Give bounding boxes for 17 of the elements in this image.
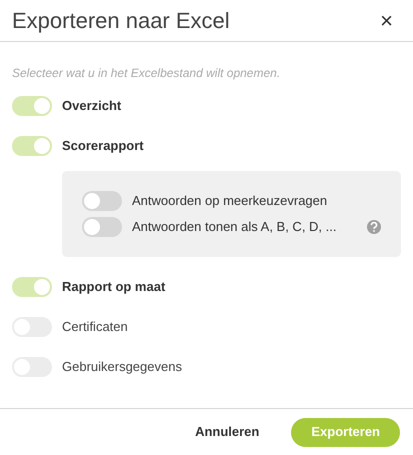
help-icon[interactable] xyxy=(367,220,381,234)
close-button[interactable]: × xyxy=(380,10,393,32)
option-label: Overzicht xyxy=(62,97,122,116)
toggle-switch[interactable] xyxy=(82,191,122,211)
suboption-label: Antwoorden tonen als A, B, C, D, ... xyxy=(132,218,338,236)
option-label: Certificaten xyxy=(62,318,128,336)
toggle-switch[interactable] xyxy=(12,96,52,116)
instruction-text: Selecteer wat u in het Excelbestand wilt opnemen. xyxy=(12,65,282,82)
option-label: Scorerapport xyxy=(62,137,144,156)
toggle-switch[interactable] xyxy=(12,136,52,156)
cancel-button[interactable]: Annuleren xyxy=(187,418,268,446)
toggle-switch[interactable] xyxy=(12,277,52,297)
suboption-label: Antwoorden op meerkeuzevragen xyxy=(132,192,328,210)
dialog-title: Exporteren naar Excel xyxy=(12,7,230,35)
toggle-switch[interactable] xyxy=(82,217,122,237)
option-label: Gebruikersgegevens xyxy=(62,358,182,376)
option-label: Rapport op maat xyxy=(62,278,166,296)
